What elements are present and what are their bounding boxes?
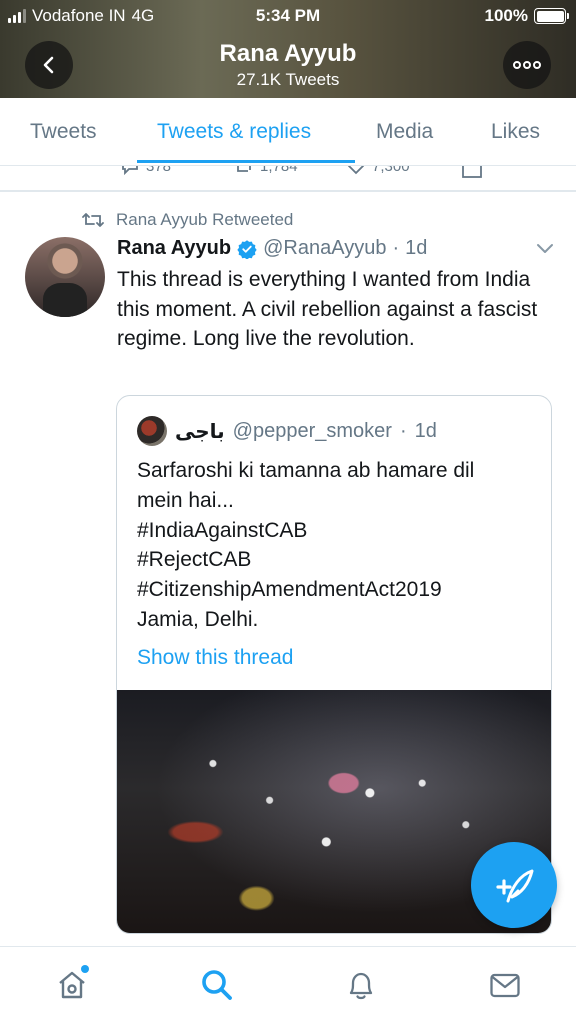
heart-icon (347, 166, 365, 175)
more-icon (513, 61, 541, 69)
bell-icon (349, 972, 373, 1000)
compose-tweet-icon (496, 869, 534, 903)
retweet-icon (82, 213, 104, 227)
author-handle[interactable]: @RanaAyyub (263, 237, 386, 260)
quoted-tweet-text: Sarfaroshi ki tamanna ab hamare dil mein… (137, 456, 537, 635)
battery-icon (534, 8, 569, 24)
search-icon (202, 970, 232, 1000)
profile-header: Vodafone IN 4G 5:34 PM 100% Rana Ayyub 2… (0, 0, 576, 98)
previous-tweet-actions: 378 1,784 7,300 (0, 166, 576, 178)
profile-tabs: Tweets Tweets & replies Media Likes (0, 98, 576, 166)
retweet-context[interactable]: Rana Ayyub Retweeted (82, 210, 293, 230)
share-icon (462, 166, 482, 178)
hashtag-link[interactable]: #IndiaAgainstCAB (137, 516, 537, 546)
like-action[interactable]: 7,300 (346, 166, 410, 176)
reply-action[interactable]: 378 (120, 166, 171, 176)
status-bar: Vodafone IN 4G 5:34 PM 100% (0, 0, 576, 30)
hashtag-link[interactable]: #CitizenshipAmendmentAct2019 (137, 575, 537, 605)
profile-screen: Vodafone IN 4G 5:34 PM 100% Rana Ayyub 2… (0, 0, 576, 1024)
hashtag-link[interactable]: #RejectCAB (137, 545, 537, 575)
tab-likes[interactable]: Likes (491, 120, 540, 144)
mail-icon (490, 973, 520, 998)
quoted-tweet-time: 1d (414, 419, 437, 442)
retweet-count: 1,784 (260, 166, 298, 175)
quoted-author-handle[interactable]: @pepper_smoker (233, 420, 392, 443)
compose-tweet-button[interactable] (471, 842, 557, 928)
nav-notifications[interactable] (343, 967, 379, 1003)
home-icon (59, 971, 85, 999)
nav-messages[interactable] (487, 967, 523, 1003)
quoted-line: Sarfaroshi ki tamanna ab hamare dil (137, 459, 475, 482)
share-action[interactable] (460, 166, 484, 178)
tweet-header: Rana Ayyub @RanaAyyub · 1d (117, 237, 427, 260)
reply-icon (122, 166, 138, 176)
tweet-text: This thread is everything I wanted from … (117, 268, 538, 350)
more-button[interactable] (503, 41, 551, 89)
tweet-divider (0, 190, 576, 192)
retweet-icon (237, 166, 251, 172)
tweet-time: 1d (405, 237, 428, 259)
home-notification-dot (81, 965, 89, 973)
nav-search[interactable] (199, 967, 235, 1003)
like-count: 7,300 (372, 166, 410, 175)
quoted-avatar[interactable] (137, 416, 167, 446)
tab-tweets[interactable]: Tweets (30, 120, 97, 144)
reply-count: 378 (146, 166, 172, 175)
quoted-tweet-header: باجی @pepper_smoker · 1d (137, 416, 437, 446)
tab-tweets-replies[interactable]: Tweets & replies (157, 120, 311, 144)
tab-media[interactable]: Media (376, 120, 433, 144)
tweet-count: 27.1K Tweets (236, 70, 340, 89)
status-right: 100% (484, 6, 569, 26)
quoted-line: Jamia, Delhi. (137, 607, 259, 631)
profile-name: Rana Ayyub (219, 40, 357, 67)
quoted-author-name[interactable]: باجی (175, 419, 225, 444)
retweet-label: Rana Ayyub Retweeted (116, 210, 294, 229)
battery-label: 100% (484, 6, 528, 25)
bottom-navigation (0, 946, 576, 1024)
quoted-line: mein hai... (137, 488, 234, 512)
chevron-down-icon[interactable] (535, 242, 555, 256)
header-title: Rana Ayyub 27.1K Tweets (0, 40, 576, 90)
separator-dot: · (392, 237, 400, 259)
active-tab-indicator (137, 160, 355, 163)
author-name[interactable]: Rana Ayyub (117, 237, 231, 260)
show-thread-link[interactable]: Show this thread (137, 646, 293, 670)
retweet-action[interactable]: 1,784 (234, 166, 298, 176)
verified-badge-icon (237, 239, 257, 259)
avatar[interactable] (25, 237, 105, 317)
quoted-separator-dot: · (399, 419, 407, 442)
